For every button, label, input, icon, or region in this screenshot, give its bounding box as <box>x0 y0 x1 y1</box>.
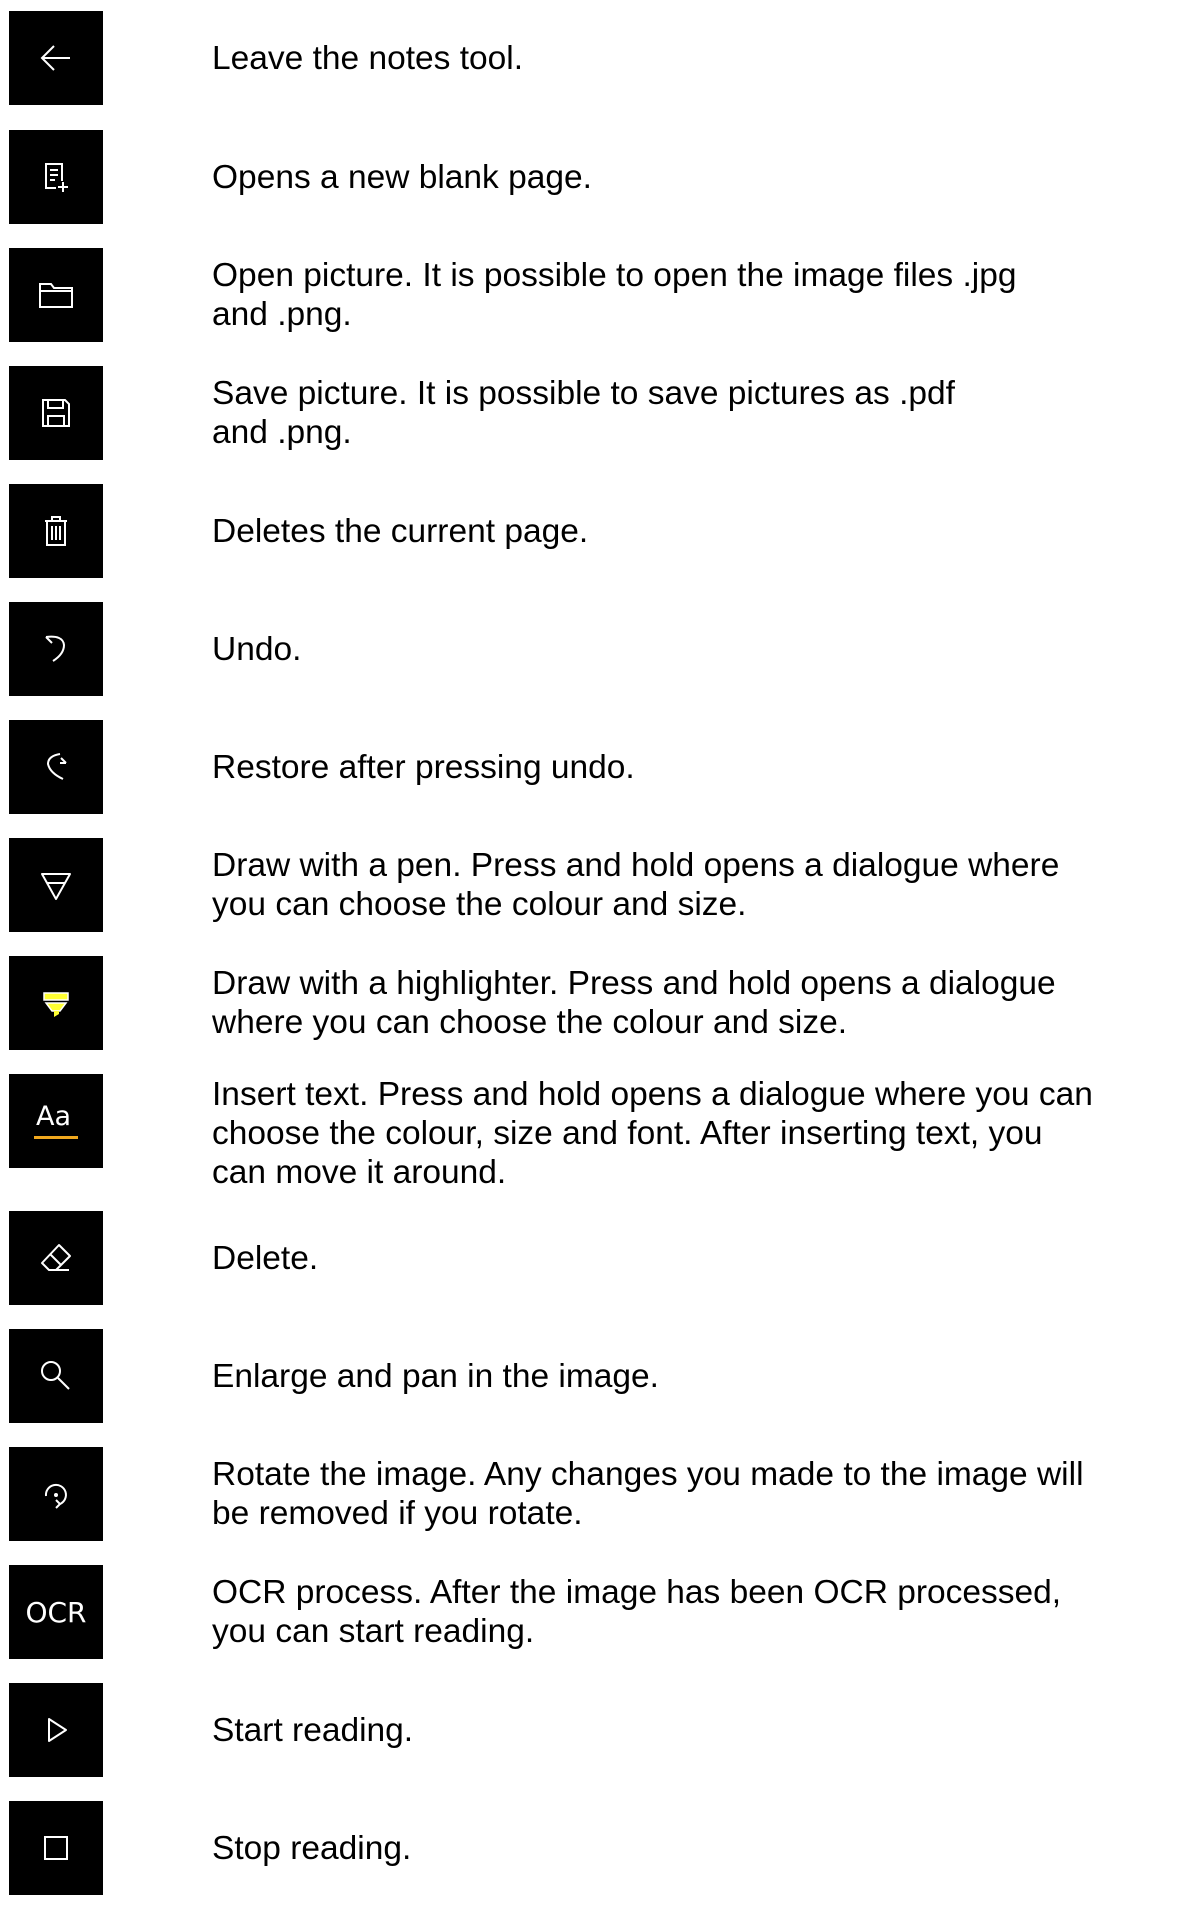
save-picture-button[interactable] <box>9 366 103 460</box>
legend-description: Deletes the current page. <box>212 512 589 550</box>
legend-description: Draw with a pen. Press and hold opens a … <box>212 847 1060 923</box>
new-page-icon <box>45 163 68 192</box>
save-icon <box>42 399 70 427</box>
legend-description: Delete. <box>212 1239 319 1277</box>
text-button[interactable]: Aa <box>9 1074 103 1168</box>
legend-description: Insert text. Press and hold opens a dial… <box>212 1075 1093 1191</box>
pen-button[interactable] <box>9 838 103 932</box>
legend-description: Save picture. It is possible to save pic… <box>212 375 955 451</box>
eraser-icon <box>41 1244 71 1271</box>
legend-description: Opens a new blank page. <box>212 158 592 196</box>
legend-description: Start reading. <box>212 1711 414 1749</box>
eraser-button[interactable] <box>9 1211 103 1305</box>
trash-icon <box>45 516 67 546</box>
text-icon-underline <box>34 1136 78 1139</box>
ocr-icon: OCR <box>25 1595 87 1629</box>
rotate-button[interactable] <box>9 1447 103 1541</box>
rotate-icon <box>44 1483 67 1509</box>
start-reading-button[interactable] <box>9 1683 103 1777</box>
pen-icon <box>41 873 71 900</box>
open-picture-button[interactable] <box>9 248 103 342</box>
play-icon <box>48 1718 67 1742</box>
zoom-button[interactable] <box>9 1329 103 1423</box>
redo-icon <box>46 753 67 780</box>
back-button[interactable] <box>9 11 103 105</box>
legend-description: Draw with a highlighter. Press and hold … <box>212 965 1056 1041</box>
redo-button[interactable] <box>9 720 103 814</box>
legend-description: Enlarge and pan in the image. <box>212 1357 659 1395</box>
undo-button[interactable] <box>9 602 103 696</box>
ocr-button[interactable]: OCR <box>9 1565 103 1659</box>
new-page-button[interactable] <box>9 130 103 224</box>
legend-description: Open picture. It is possible to open the… <box>212 257 1017 333</box>
zoom-icon <box>41 1361 70 1390</box>
delete-page-button[interactable] <box>9 484 103 578</box>
highlighter-icon <box>43 992 69 1017</box>
highlighter-button[interactable] <box>9 956 103 1050</box>
legend-description: Stop reading. <box>212 1829 412 1867</box>
stop-reading-button[interactable] <box>9 1801 103 1895</box>
legend-description: Undo. <box>212 630 302 668</box>
undo-icon <box>45 635 66 662</box>
legend-description: Rotate the image. Any changes you made t… <box>212 1456 1084 1532</box>
text-icon-label: Aa <box>36 1101 72 1132</box>
stop-icon <box>44 1836 68 1860</box>
legend-description: Restore after pressing undo. <box>212 748 635 786</box>
legend-description: OCR process. After the image has been OC… <box>212 1574 1062 1650</box>
text-icon: Aa <box>34 1101 78 1141</box>
toolbar-legend: Leave the notes tool. Opens a new blank … <box>0 0 1200 1908</box>
folder-icon <box>39 283 73 308</box>
legend-description: Leave the notes tool. <box>212 39 524 77</box>
back-arrow-icon <box>40 45 70 71</box>
